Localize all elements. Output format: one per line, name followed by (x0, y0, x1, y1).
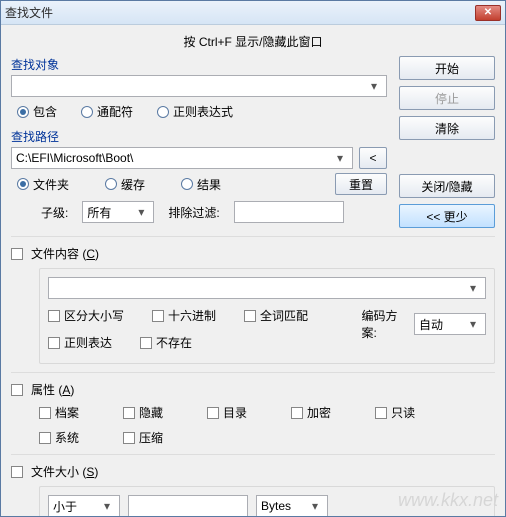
check-readonly[interactable]: 只读 (375, 404, 415, 421)
shortcut-hint: 按 Ctrl+F 显示/隐藏此窗口 (11, 31, 495, 56)
close-hide-button[interactable]: 关闭/隐藏 (399, 174, 495, 198)
path-back-button[interactable]: < (359, 147, 387, 169)
stop-button[interactable]: 停止 (399, 86, 495, 110)
check-wholeword[interactable]: 全词匹配 (244, 307, 308, 324)
chevron-down-icon: ▾ (366, 79, 382, 93)
content-area: 按 Ctrl+F 显示/隐藏此窗口 查找对象 ▾ 包含 通配符 正则表达式 查找… (1, 25, 505, 516)
match-mode-group: 包含 通配符 正则表达式 (11, 103, 387, 120)
section-size-toggle[interactable] (11, 466, 23, 478)
chevron-down-icon: ▾ (307, 499, 323, 513)
section-attr-title: 属性 (A) (31, 381, 74, 398)
check-hidden[interactable]: 隐藏 (123, 404, 163, 421)
clear-button[interactable]: 清除 (399, 116, 495, 140)
find-file-window: 查找文件 ✕ 按 Ctrl+F 显示/隐藏此窗口 查找对象 ▾ 包含 通配符 正… (0, 0, 506, 517)
section-content: 文件内容 (C) ▾ 区分大小写 十六进制 全词匹配 正则表达 不存在 (11, 236, 495, 364)
check-encrypt[interactable]: 加密 (291, 404, 331, 421)
child-level-label: 子级: (41, 204, 68, 221)
size-op-select[interactable]: 小于▾ (48, 495, 120, 516)
search-path-value: C:\EFI\Microsoft\Boot\ (16, 151, 133, 165)
size-value-input[interactable] (128, 495, 248, 516)
radio-cache[interactable]: 缓存 (105, 176, 145, 193)
encoding-label: 编码方案: (361, 307, 410, 341)
start-button[interactable]: 开始 (399, 56, 495, 80)
close-icon[interactable]: ✕ (475, 5, 501, 21)
section-size: 文件大小 (S) 小于▾ Bytes▾ (11, 454, 495, 516)
section-attr: 属性 (A) 档案 隐藏 目录 加密 只读 系统 压缩 (11, 372, 495, 446)
chevron-down-icon: ▾ (99, 499, 115, 513)
check-hex[interactable]: 十六进制 (152, 307, 216, 324)
check-dir[interactable]: 目录 (207, 404, 247, 421)
section-size-title: 文件大小 (S) (31, 463, 98, 480)
radio-contains[interactable]: 包含 (17, 103, 57, 120)
check-archive[interactable]: 档案 (39, 404, 79, 421)
child-level-select[interactable]: 所有▾ (82, 201, 154, 223)
radio-regex[interactable]: 正则表达式 (157, 103, 233, 120)
exclude-filter-input[interactable] (234, 201, 344, 223)
check-system[interactable]: 系统 (39, 429, 79, 446)
radio-result[interactable]: 结果 (181, 176, 221, 193)
titlebar[interactable]: 查找文件 ✕ (1, 1, 505, 25)
window-title: 查找文件 (5, 4, 475, 21)
check-case[interactable]: 区分大小写 (48, 307, 124, 324)
reset-button[interactable]: 重置 (335, 173, 387, 195)
section-content-toggle[interactable] (11, 248, 23, 260)
size-unit-select[interactable]: Bytes▾ (256, 495, 328, 516)
chevron-down-icon: ▾ (465, 317, 481, 331)
search-target-label: 查找对象 (11, 56, 387, 73)
search-path-combo[interactable]: C:\EFI\Microsoft\Boot\ ▾ (11, 147, 353, 169)
encoding-select[interactable]: 自动▾ (414, 313, 486, 335)
search-target-combo[interactable]: ▾ (11, 75, 387, 97)
chevron-down-icon: ▾ (465, 281, 481, 295)
check-notexist[interactable]: 不存在 (140, 334, 192, 351)
content-value-combo[interactable]: ▾ (48, 277, 486, 299)
search-path-label: 查找路径 (11, 128, 387, 145)
section-attr-toggle[interactable] (11, 384, 23, 396)
chevron-down-icon: ▾ (133, 205, 149, 219)
section-content-title: 文件内容 (C) (31, 245, 99, 262)
less-button[interactable]: << 更少 (399, 204, 495, 228)
exclude-filter-label: 排除过滤: (168, 204, 219, 221)
radio-folder[interactable]: 文件夹 (17, 176, 69, 193)
radio-wildcard[interactable]: 通配符 (81, 103, 133, 120)
check-regex2[interactable]: 正则表达 (48, 334, 112, 351)
check-compress[interactable]: 压缩 (123, 429, 163, 446)
chevron-down-icon: ▾ (332, 151, 348, 165)
